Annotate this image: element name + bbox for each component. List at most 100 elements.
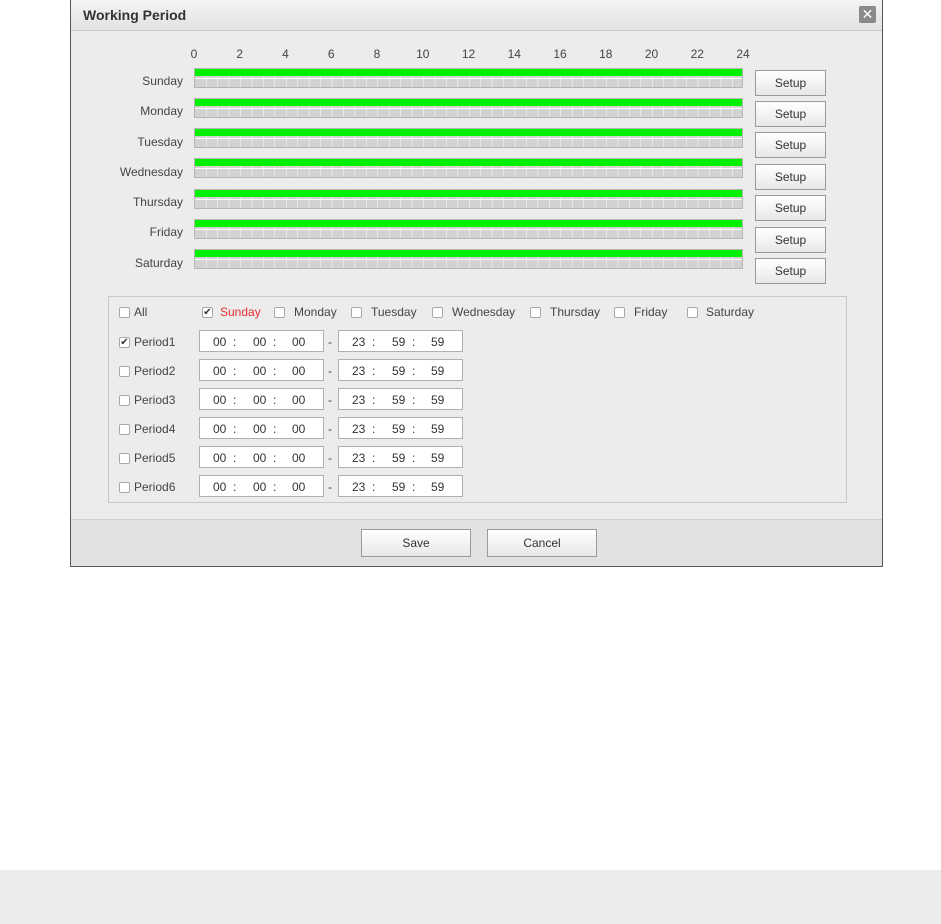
start-minute[interactable]: 00 [253,451,266,465]
period2-start-time[interactable]: 00 : 00 : 00 [199,359,324,381]
schedule-bar-thursday[interactable] [194,189,743,209]
period3-end-time[interactable]: 23 : 59 : 59 [338,388,463,410]
period4-end-time[interactable]: 23 : 59 : 59 [338,417,463,439]
start-hour[interactable]: 00 [213,335,226,349]
period6-start-time[interactable]: 00 : 00 : 00 [199,475,324,497]
end-hour[interactable]: 23 [352,451,365,465]
setup-button-friday[interactable]: Setup [755,227,826,253]
end-second[interactable]: 59 [431,364,444,378]
period1-checkbox[interactable]: ✔ [119,337,130,348]
period2-checkbox[interactable] [119,366,130,377]
setup-button-sunday[interactable]: Setup [755,70,826,96]
thursday-label: Thursday [550,305,601,319]
start-minute[interactable]: 00 [253,364,266,378]
all-days-checkbox[interactable] [119,307,130,318]
colon: : [233,451,237,465]
schedule-bar-friday[interactable] [194,219,743,239]
setup-button-thursday[interactable]: Setup [755,195,826,221]
end-hour[interactable]: 23 [352,480,365,494]
hour-tick: 12 [461,47,476,61]
period5-checkbox[interactable] [119,453,130,464]
end-second[interactable]: 59 [431,480,444,494]
start-hour[interactable]: 00 [213,364,226,378]
colon: : [233,335,237,349]
end-second[interactable]: 59 [431,335,444,349]
active-period-fill [195,159,742,166]
end-hour[interactable]: 23 [352,335,365,349]
day-label-tuesday: Tuesday [137,135,183,149]
period6-end-time[interactable]: 23 : 59 : 59 [338,475,463,497]
end-second[interactable]: 59 [431,451,444,465]
end-minute[interactable]: 59 [392,480,405,494]
start-hour[interactable]: 00 [213,422,226,436]
thursday-checkbox[interactable] [530,307,541,318]
start-second[interactable]: 00 [292,480,305,494]
colon: : [273,393,277,407]
end-hour[interactable]: 23 [352,422,365,436]
start-hour[interactable]: 00 [213,480,226,494]
start-minute[interactable]: 00 [253,335,266,349]
end-second[interactable]: 59 [431,393,444,407]
start-hour[interactable]: 00 [213,451,226,465]
sunday-label: Sunday [220,305,261,319]
close-icon[interactable]: ✕ [859,6,876,23]
period5-start-time[interactable]: 00 : 00 : 00 [199,446,324,468]
wednesday-checkbox[interactable] [432,307,443,318]
end-hour[interactable]: 23 [352,393,365,407]
end-hour[interactable]: 23 [352,364,365,378]
save-button[interactable]: Save [361,529,471,557]
colon: : [412,480,416,494]
schedule-bar-saturday[interactable] [194,249,743,269]
period4-checkbox[interactable] [119,424,130,435]
saturday-checkbox[interactable] [687,307,698,318]
hour-tick: 22 [690,47,704,61]
sunday-checkbox[interactable]: ✔ [202,307,213,318]
end-minute[interactable]: 59 [392,422,405,436]
cancel-button[interactable]: Cancel [487,529,597,557]
colon: : [412,335,416,349]
day-label-sunday: Sunday [142,74,183,88]
start-hour[interactable]: 00 [213,393,226,407]
tuesday-checkbox[interactable] [351,307,362,318]
period1-end-time[interactable]: 23 : 59 : 59 [338,330,463,352]
period-settings-panel: All ✔ Sunday Monday Tuesday Wednesday Th… [108,296,847,503]
start-minute[interactable]: 00 [253,393,266,407]
end-minute[interactable]: 59 [392,393,405,407]
colon: : [372,451,376,465]
period3-checkbox[interactable] [119,395,130,406]
range-dash: - [328,451,332,465]
start-minute[interactable]: 00 [253,422,266,436]
period4-start-time[interactable]: 00 : 00 : 00 [199,417,324,439]
schedule-bar-tuesday[interactable] [194,128,743,148]
colon: : [273,335,277,349]
hour-tick: 20 [644,47,659,61]
range-dash: - [328,393,332,407]
end-minute[interactable]: 59 [392,335,405,349]
setup-button-wednesday[interactable]: Setup [755,164,826,190]
setup-button-saturday[interactable]: Setup [755,258,826,284]
period5-end-time[interactable]: 23 : 59 : 59 [338,446,463,468]
period1-start-time[interactable]: 00 : 00 : 00 [199,330,324,352]
hour-tick: 16 [553,47,567,61]
end-minute[interactable]: 59 [392,364,405,378]
schedule-bar-wednesday[interactable] [194,158,743,178]
end-minute[interactable]: 59 [392,451,405,465]
active-period-fill [195,220,742,227]
friday-checkbox[interactable] [614,307,625,318]
period6-checkbox[interactable] [119,482,130,493]
colon: : [233,364,237,378]
period3-start-time[interactable]: 00 : 00 : 00 [199,388,324,410]
start-second[interactable]: 00 [292,422,305,436]
schedule-bar-monday[interactable] [194,98,743,118]
setup-button-monday[interactable]: Setup [755,101,826,127]
start-second[interactable]: 00 [292,393,305,407]
start-minute[interactable]: 00 [253,480,266,494]
end-second[interactable]: 59 [431,422,444,436]
period2-end-time[interactable]: 23 : 59 : 59 [338,359,463,381]
monday-checkbox[interactable] [274,307,285,318]
start-second[interactable]: 00 [292,451,305,465]
schedule-bar-sunday[interactable] [194,68,743,88]
start-second[interactable]: 00 [292,335,305,349]
setup-button-tuesday[interactable]: Setup [755,132,826,158]
start-second[interactable]: 00 [292,364,305,378]
